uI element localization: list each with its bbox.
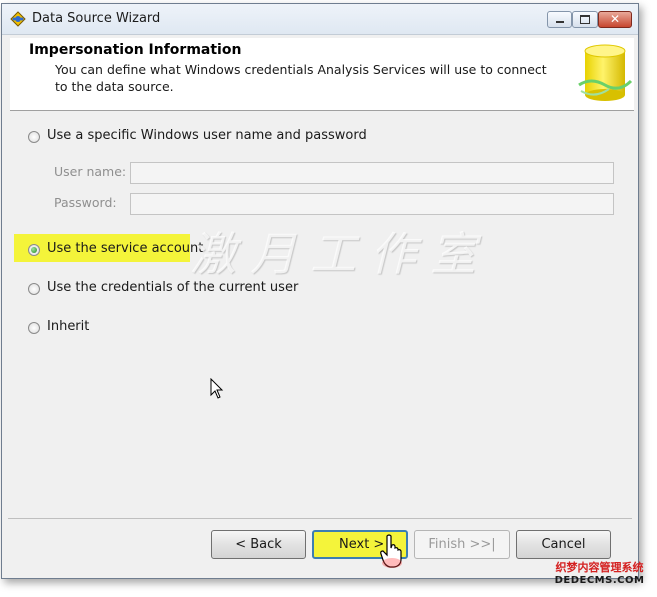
wizard-header: Impersonation Information You can define… [10, 38, 634, 111]
database-icon [578, 44, 633, 101]
window-title: Data Source Wizard [32, 11, 161, 26]
username-label: User name: [54, 164, 127, 179]
cancel-button[interactable]: Cancel [516, 530, 611, 559]
site-watermark-name: 织梦内容管理系统 [555, 561, 644, 574]
maximize-icon [573, 12, 597, 27]
footer-divider [8, 518, 632, 519]
site-watermark: 织梦内容管理系统 DEDECMS.COM [548, 561, 651, 587]
hand-pointer-icon [380, 534, 402, 568]
radio-service-account[interactable] [28, 244, 40, 256]
data-source-wizard-icon [10, 11, 26, 27]
close-button[interactable]: ✕ [598, 11, 632, 28]
option-specific-user-label[interactable]: Use a specific Windows user name and pas… [47, 128, 367, 143]
password-label: Password: [54, 195, 117, 210]
option-inherit-label[interactable]: Inherit [47, 319, 89, 334]
minimize-icon [548, 12, 571, 27]
page-description: You can define what Windows credentials … [55, 62, 547, 94]
site-watermark-url: DEDECMS.COM [554, 575, 645, 586]
back-button[interactable]: < Back [211, 530, 306, 559]
radio-specific-user[interactable] [28, 131, 40, 143]
title-bar[interactable]: Data Source Wizard ✕ [2, 4, 638, 35]
username-field[interactable] [130, 162, 614, 184]
option-service-account-label[interactable]: Use the service account [47, 241, 203, 256]
minimize-button[interactable] [547, 11, 572, 28]
finish-button[interactable]: Finish >>| [414, 530, 510, 559]
password-field[interactable] [130, 193, 614, 215]
watermark-text: 激月工作室 [190, 227, 490, 281]
mouse-pointer-icon [210, 378, 224, 399]
radio-current-user[interactable] [28, 283, 40, 295]
radio-inherit[interactable] [28, 322, 40, 334]
maximize-button[interactable] [572, 11, 598, 28]
page-title: Impersonation Information [29, 42, 242, 58]
close-icon: ✕ [609, 12, 621, 26]
